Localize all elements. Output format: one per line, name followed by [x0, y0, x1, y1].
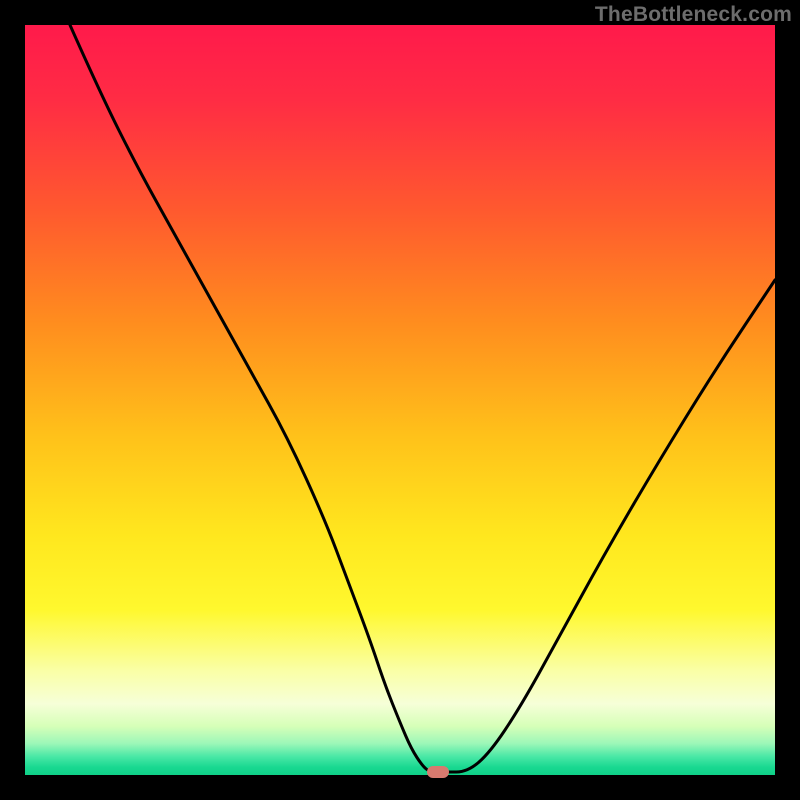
- chart-frame: TheBottleneck.com: [0, 0, 800, 800]
- optimum-marker: [427, 766, 449, 778]
- watermark-text: TheBottleneck.com: [595, 3, 792, 27]
- gradient-background: [25, 25, 775, 775]
- bottleneck-chart: [25, 25, 775, 775]
